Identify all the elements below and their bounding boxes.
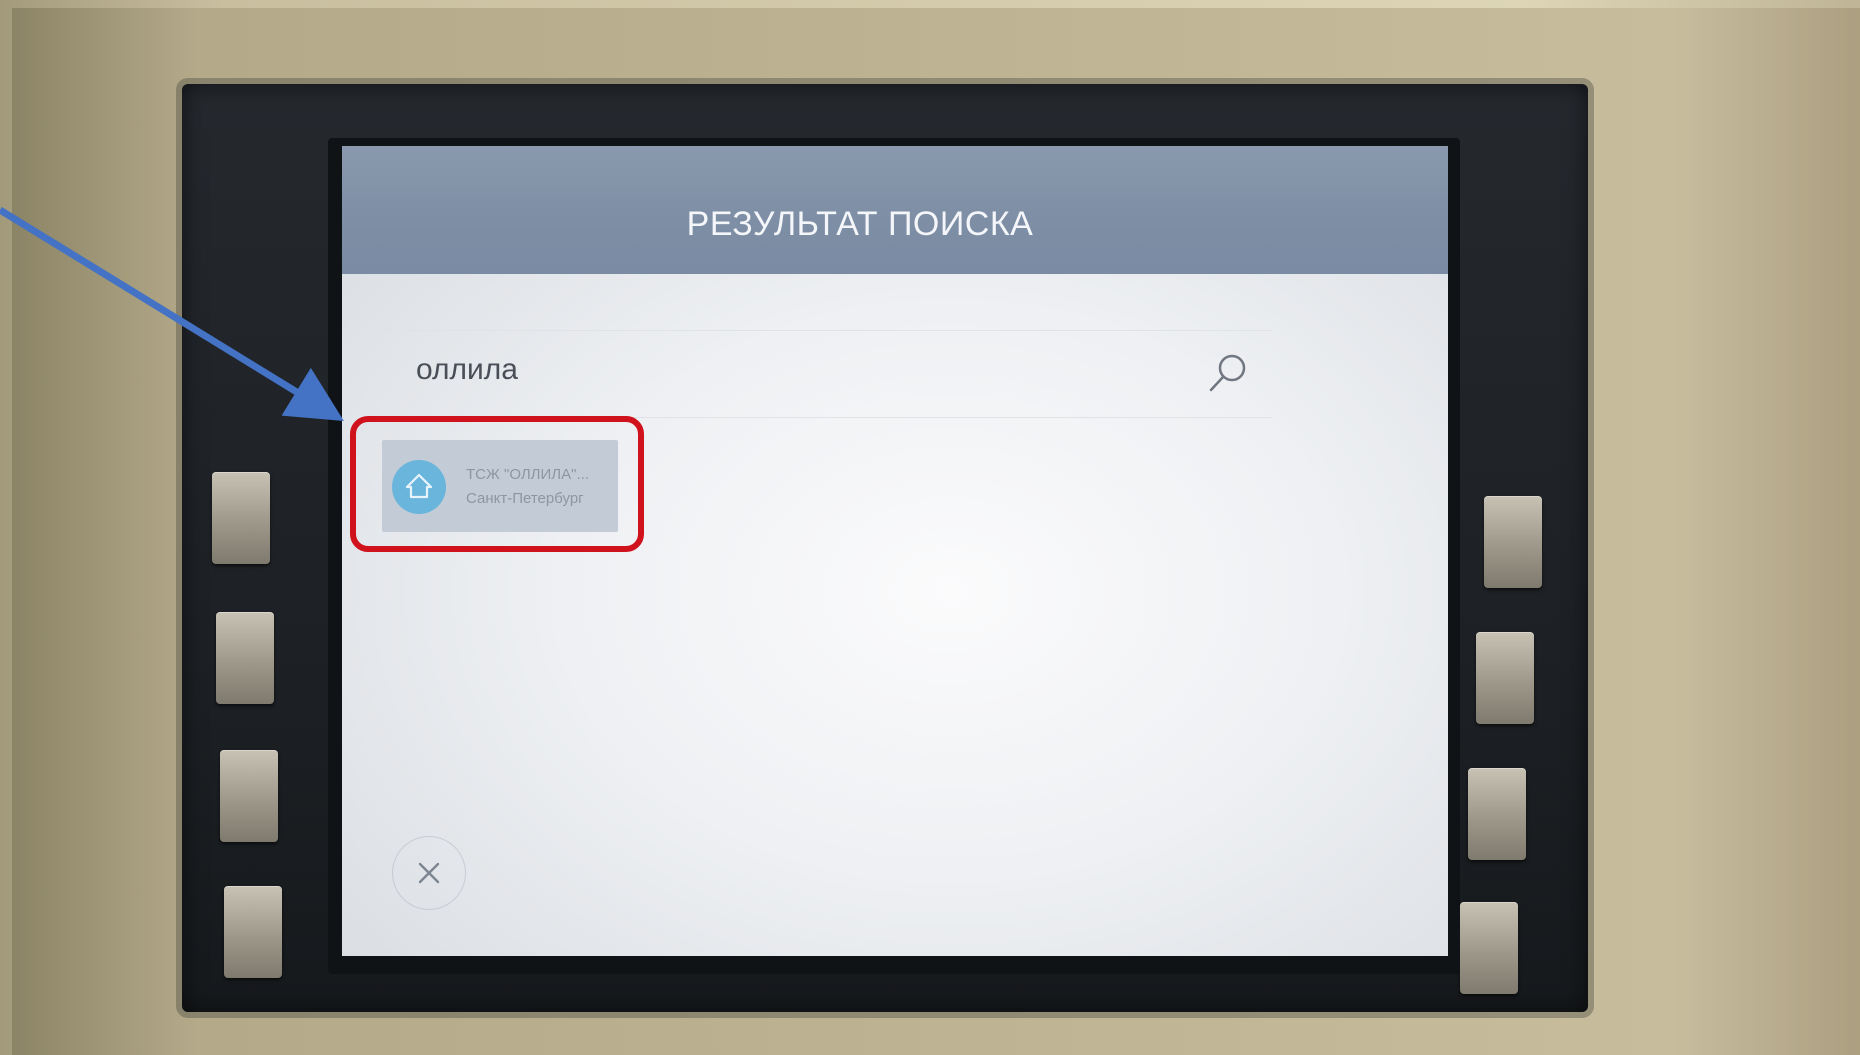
annotation-arrow [0,207,344,421]
